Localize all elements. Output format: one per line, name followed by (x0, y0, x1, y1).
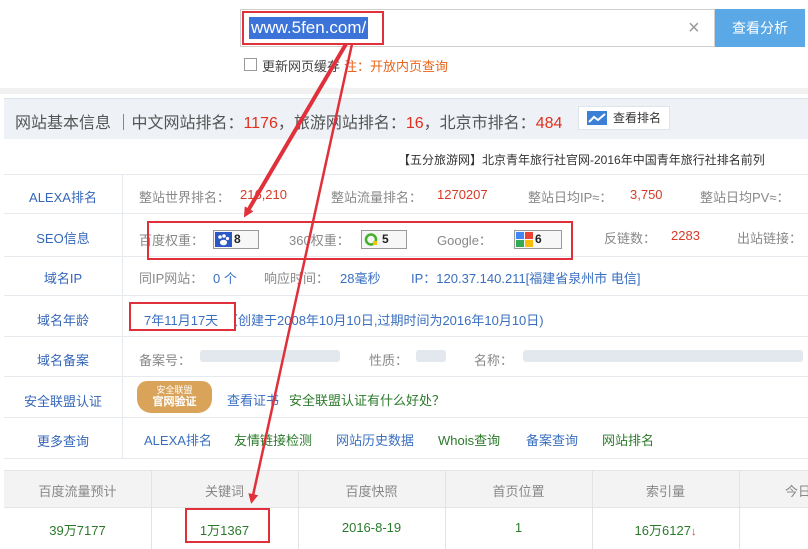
annotation-arrows (210, 42, 384, 504)
arrow-to-keywords (248, 43, 354, 504)
arrow-to-seo (243, 42, 348, 218)
arrow-guide (210, 44, 384, 318)
